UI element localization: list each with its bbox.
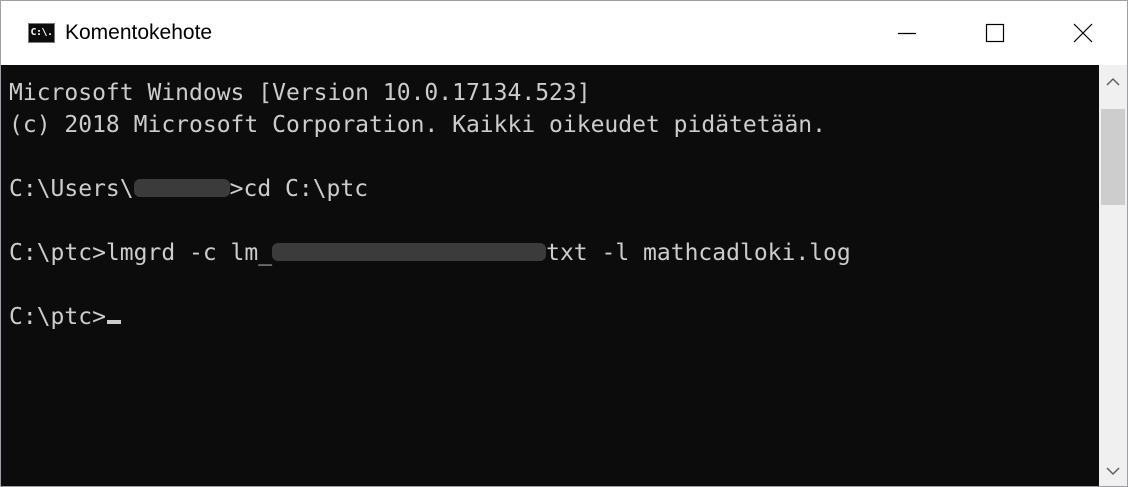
cmd-window: C:\. Komentokehote Microsoft Windows [Ve… bbox=[0, 0, 1128, 487]
title-bar[interactable]: C:\. Komentokehote bbox=[1, 1, 1127, 65]
scroll-up-button[interactable] bbox=[1099, 65, 1127, 99]
scrollbar-thumb[interactable] bbox=[1101, 109, 1125, 205]
minimize-button[interactable] bbox=[863, 1, 951, 65]
console-output[interactable]: Microsoft Windows [Version 10.0.17134.52… bbox=[1, 65, 1099, 486]
vertical-scrollbar[interactable] bbox=[1099, 65, 1127, 486]
console-line-copyright: (c) 2018 Microsoft Corporation. Kaikki o… bbox=[9, 112, 826, 138]
cd-prompt-prefix: C:\Users\ bbox=[9, 176, 134, 202]
redacted-username bbox=[133, 178, 230, 197]
console-line-cd-command: C:\Users\ >cd C:\ptc bbox=[9, 173, 368, 205]
scroll-down-button[interactable] bbox=[1099, 454, 1127, 486]
console-line-version: Microsoft Windows [Version 10.0.17134.52… bbox=[9, 80, 591, 106]
console-line-lmgrd-command: C:\ptc>lmgrd -c lm_ txt -l mathcadloki.lo… bbox=[9, 237, 851, 269]
minimize-icon bbox=[898, 32, 916, 35]
current-prompt: C:\ptc> bbox=[9, 304, 106, 330]
cmd-app-icon[interactable]: C:\. bbox=[28, 23, 55, 43]
chevron-down-icon bbox=[1106, 467, 1120, 476]
window-controls bbox=[863, 1, 1127, 65]
chevron-up-icon bbox=[1106, 77, 1120, 86]
redacted-license-id bbox=[272, 242, 547, 261]
close-button[interactable] bbox=[1039, 1, 1127, 65]
app-icon-glyph: C:\. bbox=[30, 27, 53, 38]
close-icon bbox=[1073, 23, 1093, 43]
console-line-prompt: C:\ptc> bbox=[9, 301, 121, 333]
window-title: Komentokehote bbox=[65, 21, 213, 44]
lmgrd-command-prefix: C:\ptc>lmgrd -c lm_ bbox=[9, 240, 273, 266]
maximize-icon bbox=[985, 23, 1005, 43]
lmgrd-command-suffix: txt -l mathcadloki.log bbox=[546, 240, 851, 266]
cd-command-text: >cd C:\ptc bbox=[229, 176, 369, 202]
maximize-button[interactable] bbox=[951, 1, 1039, 65]
text-cursor bbox=[106, 320, 121, 324]
